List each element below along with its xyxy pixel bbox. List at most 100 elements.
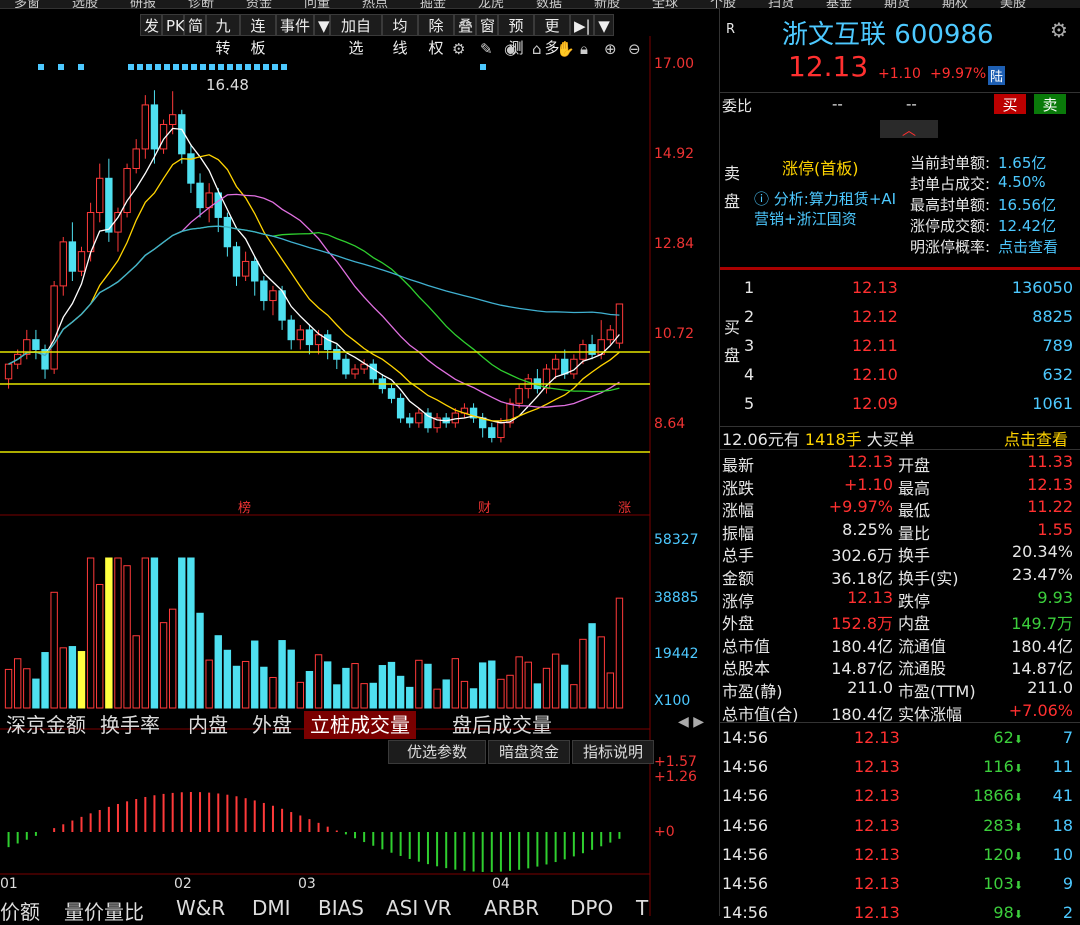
down-arrow-icon: ⬇ — [1013, 908, 1023, 922]
candle-body — [296, 329, 305, 341]
top-nav-item[interactable]: 全球 — [652, 0, 678, 8]
sell-button[interactable]: 卖 — [1034, 94, 1066, 114]
top-nav-item[interactable]: 热点 — [362, 0, 388, 8]
indicator-tab[interactable]: ARBR — [484, 896, 539, 920]
bid-volume: 8825 — [1032, 307, 1073, 326]
candle-body — [32, 339, 40, 350]
toolbar-button[interactable]: 窗 — [476, 14, 498, 36]
kline-chart[interactable] — [0, 36, 720, 916]
top-nav-item[interactable]: 龙虎 — [478, 0, 504, 8]
indicator-tab[interactable]: DPO — [570, 896, 613, 920]
quote-value: 14.87亿 — [831, 659, 893, 679]
toolbar-button[interactable]: ▼ — [594, 14, 614, 36]
bid-price: 12.12 — [852, 307, 898, 326]
top-nav-item[interactable]: 资金 — [246, 0, 272, 8]
marker-zhang[interactable]: 涨 — [618, 497, 631, 516]
top-nav-item[interactable]: 多窗 — [14, 0, 40, 8]
marker-bang[interactable]: 榜 — [238, 497, 251, 516]
settings-gear-icon[interactable]: ⚙ — [1050, 18, 1068, 42]
limit-stat-value[interactable]: 点击查看 — [998, 236, 1058, 257]
indicator-tab[interactable]: DMI — [252, 896, 291, 920]
indicator-help-button[interactable]: 指标说明 — [572, 740, 654, 764]
top-nav-item[interactable]: 选股 — [72, 0, 98, 8]
volume-bar — [114, 557, 122, 709]
tick-time: 14:56 — [722, 874, 769, 893]
indicator-tab[interactable]: BIAS — [318, 896, 364, 920]
quote-value: 11.33 — [1027, 452, 1073, 471]
candle-body — [241, 260, 250, 277]
volume-bar — [451, 658, 460, 709]
big-order-link[interactable]: 点击查看 — [1004, 426, 1068, 450]
volume-axis-label: 58327 — [654, 532, 699, 548]
candle-body — [251, 260, 259, 282]
tick-count: 41 — [1052, 786, 1073, 806]
optimize-params-button[interactable]: 优选参数 — [388, 740, 486, 764]
toolbar-button[interactable]: 加自选 — [330, 14, 382, 57]
limit-stat-label: 涨停成交额: — [910, 217, 991, 235]
candle-body — [77, 251, 86, 272]
volume-bar — [269, 676, 277, 709]
quote-label: 换手(实) — [898, 569, 959, 588]
tick-volume: 62⬇ — [993, 728, 1023, 747]
volume-bar — [287, 649, 295, 709]
toolbar-button[interactable]: 连板 — [240, 14, 276, 57]
volume-tab[interactable]: 换手率 — [94, 711, 166, 739]
indicator-tab[interactable]: 量价量比 — [64, 896, 144, 925]
indicator-tab[interactable]: ASI — [386, 896, 418, 920]
toolbar-button[interactable]: 叠 — [454, 14, 476, 36]
macd-axis-label: +0 — [654, 824, 675, 840]
collapse-chevron-icon[interactable]: ︿ — [880, 120, 938, 139]
top-nav-item[interactable]: 诊断 — [188, 0, 214, 8]
volume-tab[interactable]: 内盘 — [182, 711, 234, 739]
tick-price: 12.13 — [854, 874, 900, 893]
tick-price: 12.13 — [854, 757, 900, 777]
volume-bar — [579, 638, 587, 709]
dark-fund-button[interactable]: 暗盘资金 — [488, 740, 570, 764]
candle-body — [314, 334, 323, 346]
toolbar-button[interactable]: 预测 — [498, 14, 534, 57]
toolbar-button[interactable]: PK — [162, 14, 185, 36]
top-nav-item[interactable]: 掘金 — [420, 0, 446, 8]
tick-time: 14:56 — [722, 815, 769, 835]
quote-value: 12.13 — [1027, 474, 1073, 494]
volume-bar — [260, 666, 268, 709]
toolbar-button[interactable]: 均线 — [382, 14, 418, 57]
volume-tab[interactable]: 立桩成交量 — [304, 711, 416, 739]
toolbar-button[interactable]: 九转 — [206, 14, 240, 57]
indicator-tab[interactable]: VR — [424, 896, 452, 920]
scroll-arrows[interactable]: ◀ ▶ — [678, 714, 718, 734]
volume-bar — [241, 660, 250, 709]
price-axis-label: 8.64 — [654, 416, 686, 432]
toolbar-button[interactable]: ▼ — [314, 14, 330, 36]
tick-volume: 283⬇ — [983, 816, 1023, 835]
candle-body — [515, 388, 523, 404]
event-diamond — [38, 64, 44, 70]
buy-button[interactable]: 买 — [994, 94, 1026, 114]
toolbar-button[interactable]: 简 — [184, 14, 206, 36]
volume-bar — [305, 670, 314, 709]
candle-body — [570, 358, 578, 375]
quote-label: 市盈(TTM) — [898, 682, 976, 701]
top-nav-item[interactable]: 新股 — [594, 0, 620, 8]
marker-cai[interactable]: 财 — [478, 497, 491, 516]
volume-tab[interactable]: 外盘 — [246, 711, 298, 739]
price-axis-label: 10.72 — [654, 326, 695, 342]
toolbar-button[interactable]: ▶| — [570, 14, 594, 36]
quote-value: 12.13 — [847, 587, 893, 607]
volume-bar — [41, 652, 49, 709]
top-nav-item[interactable]: 研报 — [130, 0, 156, 8]
stock-title: 浙文互联 600986 — [782, 20, 994, 50]
toolbar-button[interactable]: 除权 — [418, 14, 454, 57]
toolbar-button[interactable]: 更多 — [534, 14, 570, 57]
toolbar-button[interactable]: 事件 — [276, 14, 314, 36]
indicator-tab[interactable]: T — [636, 896, 648, 920]
top-nav-item[interactable]: 问董 — [304, 0, 330, 8]
indicator-tab[interactable]: W&R — [176, 896, 225, 920]
candle-body — [196, 182, 204, 209]
candle-body — [232, 246, 241, 277]
volume-tab[interactable]: 深京金额 — [0, 711, 92, 739]
toolbar-button[interactable]: 发 — [140, 14, 162, 36]
top-nav-item[interactable]: 数据 — [536, 0, 562, 8]
indicator-tab[interactable]: 价额 — [0, 896, 40, 925]
volume-tab[interactable]: 盘后成交量 — [446, 711, 558, 739]
